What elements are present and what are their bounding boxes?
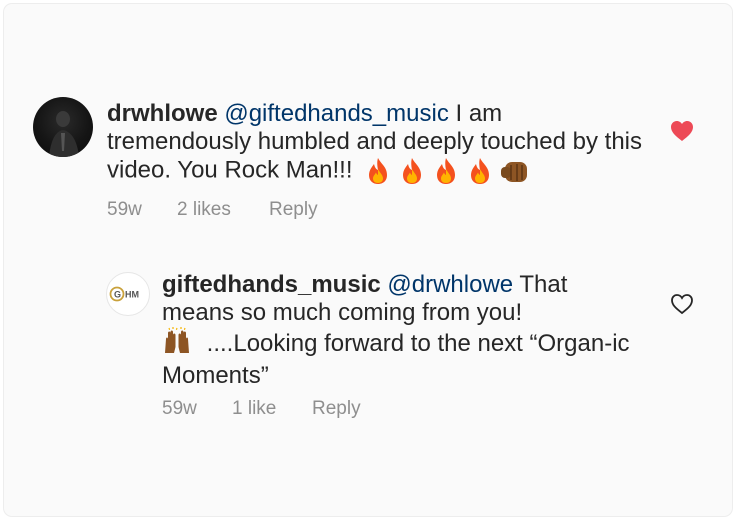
fist-bump-emoji-icon xyxy=(501,162,528,182)
comment-meta: 59w 2 likes Reply xyxy=(107,199,318,221)
svg-text:HM: HM xyxy=(125,290,139,300)
svg-text:G: G xyxy=(114,290,121,300)
comment-body-giftedhands-music: giftedhands_music @drwhlowe That means s… xyxy=(162,271,642,390)
fire-emoji-icon xyxy=(471,158,490,184)
avatar-giftedhands-music[interactable]: G HM xyxy=(106,272,150,316)
fire-emoji-icon xyxy=(403,158,422,184)
comments-card xyxy=(4,4,732,516)
comment-mention[interactable]: @giftedhands_music xyxy=(224,100,448,127)
raising-hands-emoji-icon xyxy=(162,327,192,362)
comment-meta: 59w 1 like Reply xyxy=(162,398,361,420)
comment-username[interactable]: giftedhands_music xyxy=(162,271,381,298)
emoji-row xyxy=(363,156,531,186)
comment-timestamp: 59w xyxy=(162,398,197,419)
like-heart-button[interactable] xyxy=(670,120,694,147)
comment-body-drwhlowe: drwhlowe @giftedhands_music I am tremend… xyxy=(107,100,647,186)
like-heart-button[interactable] xyxy=(670,293,694,320)
ghm-logo-icon: G HM xyxy=(109,286,139,302)
heart-filled-icon xyxy=(671,121,693,141)
avatar-drwhlowe[interactable] xyxy=(33,97,93,157)
heart-outline-icon xyxy=(671,294,693,315)
profile-photo-icon xyxy=(49,111,79,157)
comment-likes-count[interactable]: 1 like xyxy=(232,398,312,420)
comment-timestamp: 59w xyxy=(107,199,142,220)
reply-button[interactable]: Reply xyxy=(269,199,318,221)
comment-text-continued: ....Looking forward to the next “Organ-i… xyxy=(162,330,630,389)
reply-button[interactable]: Reply xyxy=(312,398,361,420)
comment-likes-count[interactable]: 2 likes xyxy=(177,199,269,221)
comment-mention[interactable]: @drwhlowe xyxy=(387,271,513,298)
fire-emoji-icon xyxy=(437,158,456,184)
fire-emoji-icon xyxy=(369,158,388,184)
comment-username[interactable]: drwhlowe xyxy=(107,100,218,127)
